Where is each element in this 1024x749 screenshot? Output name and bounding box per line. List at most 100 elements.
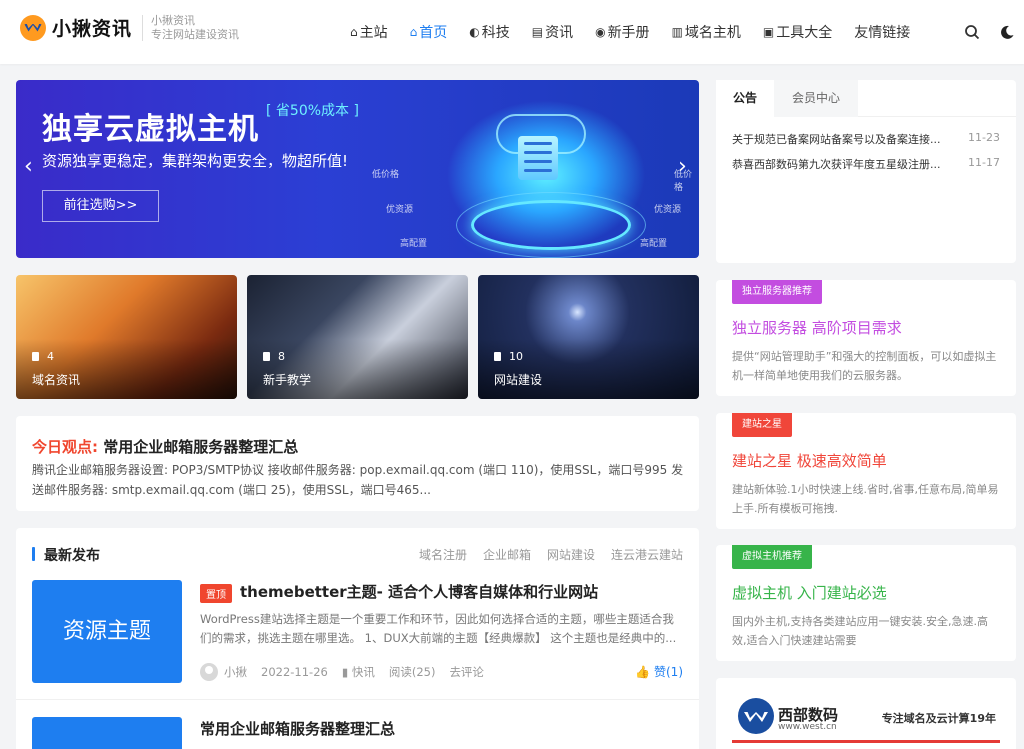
nav-item-news[interactable]: ▤ 资讯 <box>532 22 573 42</box>
latest-tab[interactable]: 连云港云建站 <box>611 546 683 563</box>
promo-badge: 独立服务器推荐 <box>732 280 822 304</box>
nav-label: 新手册 <box>607 25 650 41</box>
hero-banner[interactable]: 独享云虚拟主机 [ 省50%成本 ] 资源独享更稳定，集群架构更安全，物超所值!… <box>16 80 699 258</box>
notice-title[interactable]: 关于规范已备案网站备案号以及备案连接... <box>732 131 941 147</box>
home-icon: ⌂ <box>350 25 358 39</box>
nav-item-home[interactable]: ⌂ 首页 <box>410 22 448 42</box>
card-count-value: 8 <box>278 350 285 363</box>
site-header: 小揪资讯 小揪资讯 专注网站建设资讯 ⌂ 主站 ⌂ 首页 ◐ 科技 ▤ 资讯 ◉ 新手册 … <box>0 0 1024 64</box>
nav-label: 资讯 <box>545 25 574 41</box>
today-headline[interactable]: 常用企业邮箱服务器整理汇总 <box>103 438 298 456</box>
logo-divider <box>142 15 143 41</box>
chevron-left-icon[interactable]: ‹ <box>24 154 33 179</box>
card-count: 8 <box>263 350 285 363</box>
main-nav: ⌂ 主站 ⌂ 首页 ◐ 科技 ▤ 资讯 ◉ 新手册 ▥ 域名主机 ▣ 工具大全 友情链接 <box>350 0 932 64</box>
banner-tag: [ 省50%成本 ] <box>266 103 359 119</box>
promo-card-site-star[interactable]: 建站之星 建站之星 极速高效简单 建站新体验.1小时快速上线.省时,省事,任意布… <box>716 413 1016 529</box>
banner-ring <box>471 200 631 250</box>
card-shade <box>16 339 237 399</box>
nav-label: 首页 <box>419 25 448 41</box>
today-view-card[interactable]: 今日观点: 常用企业邮箱服务器整理汇总 腾讯企业邮箱服务器设置: POP3/SM… <box>16 416 699 511</box>
tab-member-center[interactable]: 会员中心 <box>774 80 858 117</box>
like-button[interactable]: 👍 赞(1) <box>635 663 683 680</box>
nav-label: 科技 <box>481 25 510 41</box>
promo-badge: 建站之星 <box>732 413 792 437</box>
nav-item-links[interactable]: 友情链接 <box>854 22 910 42</box>
chevron-right-icon[interactable]: › <box>678 154 687 179</box>
latest-tab[interactable]: 网站建设 <box>547 546 595 563</box>
ad-url: www.west.cn <box>778 722 837 732</box>
tab-notice[interactable]: 公告 <box>716 80 774 117</box>
promo-desc: 提供“网站管理助手”和强大的控制面板，可以如虚拟主机一样简单地使用我们的云服务器… <box>732 350 997 382</box>
avatar[interactable] <box>200 663 218 681</box>
card-name: 新手教学 <box>263 373 312 387</box>
card-shade <box>247 339 468 399</box>
logo-sub-desc: 专注网站建设资讯 <box>151 28 239 41</box>
post-category[interactable]: ▮ 快讯 <box>342 664 375 680</box>
promo-title[interactable]: 独立服务器 高阶项目需求 <box>732 317 902 338</box>
promo-desc: 建站新体验.1小时快速上线.省时,省事,任意布局,简单易上手.所有模板可拖拽. <box>732 483 999 515</box>
logo-icon <box>20 14 46 41</box>
globe-icon: ◐ <box>469 25 480 39</box>
category-card-beginner[interactable]: 8 新手教学 <box>247 275 468 399</box>
post-excerpt: WordPress建站选择主题是一个重要工作和环节，因此如何选择合适的主题，哪些… <box>200 612 677 645</box>
today-title: 今日观点: 常用企业邮箱服务器整理汇总 <box>32 436 298 457</box>
post-title[interactable]: 常用企业邮箱服务器整理汇总 <box>200 718 395 739</box>
promo-badge: 虚拟主机推荐 <box>732 545 812 569</box>
moon-icon[interactable] <box>999 24 1015 40</box>
latest-heading: 最新发布 <box>32 545 100 565</box>
notice-item[interactable]: 恭喜西部数码第九次获评年度五星级注册... 11-17 <box>732 156 1000 172</box>
logo-tagline: 小揪资讯 专注网站建设资讯 <box>151 14 239 42</box>
banner-label: 优资源 <box>654 205 682 215</box>
sidebar-ad[interactable]: 西部数码 www.west.cn 专注域名及云计算19年 <box>716 678 1016 749</box>
nav-item-beginner[interactable]: ◉ 新手册 <box>595 22 649 42</box>
notice-title[interactable]: 恭喜西部数码第九次获评年度五星级注册... <box>732 156 941 172</box>
today-text: 腾讯企业邮箱服务器设置: POP3/SMTP协议 接收邮件服务器: pop.ex… <box>32 463 684 497</box>
post-meta: 小揪 2022-11-26 ▮ 快讯 阅读(25) 去评论 <box>200 663 498 681</box>
nav-label: 域名主机 <box>684 25 741 41</box>
banner-desc: 资源独享更稳定，集群架构更安全，物超所值! <box>42 152 349 170</box>
document-icon: ▤ <box>531 25 544 39</box>
server-icon <box>518 136 558 180</box>
book-icon <box>263 352 270 361</box>
banner-buy-button[interactable]: 前往选购>> <box>42 190 159 222</box>
toolbox-icon: ▣ <box>762 25 775 39</box>
card-count-value: 10 <box>509 350 523 363</box>
promo-title[interactable]: 虚拟主机 入门建站必选 <box>732 582 887 603</box>
notice-item[interactable]: 关于规范已备案网站备案号以及备案连接... 11-23 <box>732 131 1000 147</box>
nav-item-tech[interactable]: ◐ 科技 <box>469 22 509 42</box>
post-author[interactable]: 小揪 <box>224 664 247 680</box>
west-logo-icon <box>738 698 774 734</box>
latest-tab[interactable]: 域名注册 <box>419 546 467 563</box>
post-views: 阅读(25) <box>388 665 436 679</box>
logo-name: 小揪资讯 <box>52 18 133 40</box>
card-count: 10 <box>494 350 523 363</box>
logo-sub-title: 小揪资讯 <box>151 14 195 27</box>
latest-tab[interactable]: 企业邮箱 <box>483 546 531 563</box>
card-name: 网站建设 <box>494 373 543 387</box>
promo-desc: 国内外主机,支持各类建站应用一键安装.安全,急速.高效,适合入门快速建站需要 <box>732 615 988 647</box>
nav-item-main-site[interactable]: ⌂ 主站 <box>350 22 388 42</box>
card-count-value: 4 <box>47 350 54 363</box>
category-card-website[interactable]: 10 网站建设 <box>478 275 699 399</box>
banner-label: 低价格 <box>372 170 400 180</box>
nav-item-domain-host[interactable]: ▥ 域名主机 <box>672 22 741 42</box>
search-icon[interactable] <box>964 24 980 40</box>
nav-label: 主站 <box>359 25 388 41</box>
promo-card-dedicated-server[interactable]: 独立服务器推荐 独立服务器 高阶项目需求 提供“网站管理助手”和强大的控制面板，… <box>716 280 1016 396</box>
category-card-domain[interactable]: 4 域名资讯 <box>16 275 237 399</box>
book-icon: ▮ <box>341 665 352 679</box>
notice-tabs: 公告 会员中心 <box>716 80 1016 117</box>
banner-label: 高配置 <box>640 239 668 249</box>
today-label: 今日观点: <box>32 438 98 456</box>
divider <box>16 699 699 700</box>
post-comment-link[interactable]: 去评论 <box>449 664 484 680</box>
post-thumbnail[interactable]: 资源主题 <box>32 580 182 683</box>
post-thumbnail[interactable] <box>32 717 182 749</box>
site-logo[interactable]: 小揪资讯 <box>20 14 132 41</box>
nav-item-tools[interactable]: ▣ 工具大全 <box>763 22 832 42</box>
promo-card-virtual-host[interactable]: 虚拟主机推荐 虚拟主机 入门建站必选 国内外主机,支持各类建站应用一键安装.安全… <box>716 545 1016 661</box>
ad-accent-line <box>732 740 1000 743</box>
post-title[interactable]: themebetter主题- 适合个人博客自媒体和行业网站 <box>240 581 598 602</box>
promo-title[interactable]: 建站之星 极速高效简单 <box>732 450 887 471</box>
